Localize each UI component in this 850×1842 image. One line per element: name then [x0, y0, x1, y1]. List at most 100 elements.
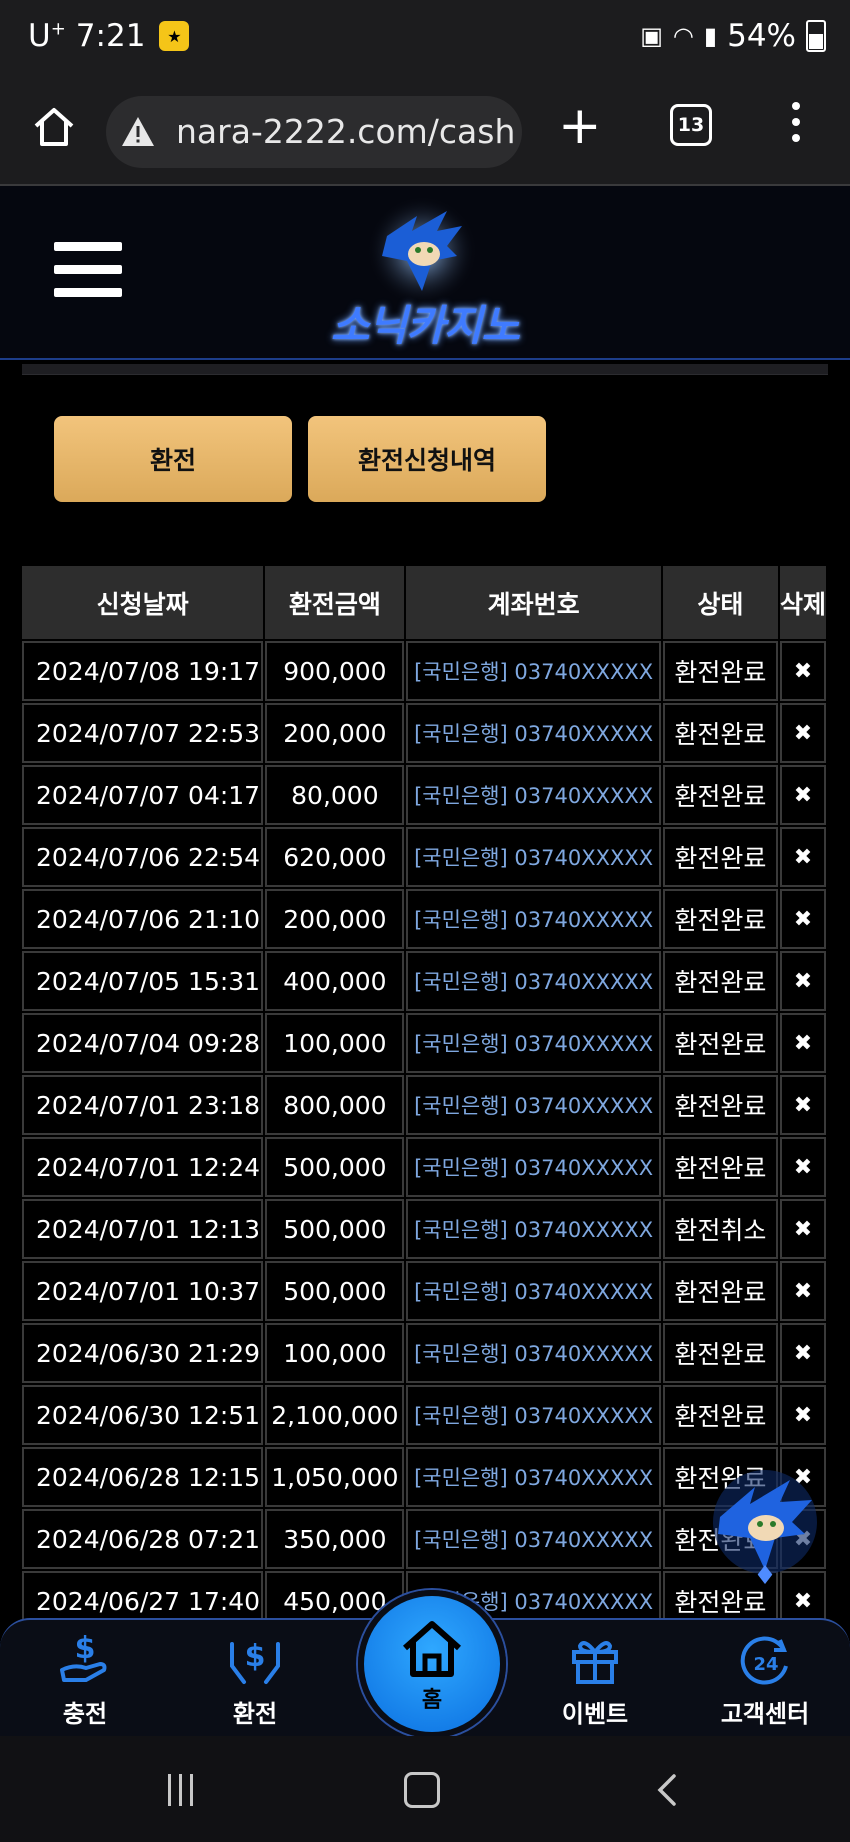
table-row: 2024/07/07 04:17 80,000 [국민은행] 03740XXXXX 환… [22, 765, 826, 825]
account-cell: [국민은행] 03740XXXXX [406, 1509, 661, 1569]
amount-cell: 900,000 [265, 641, 405, 701]
nav-exchange-label: 환전 [232, 1700, 278, 1728]
browser-toolbar: nara-2222.com/cash + 13 [0, 80, 850, 186]
site-logo[interactable]: 소닉카지노 [310, 192, 540, 352]
amount-cell: 200,000 [265, 703, 405, 763]
date-cell: 2024/07/01 23:18 [22, 1075, 264, 1135]
date-cell: 2024/07/08 19:17 [22, 641, 264, 701]
amount-cell: 100,000 [265, 1013, 405, 1073]
date-cell: 2024/07/01 10:37 [22, 1261, 264, 1321]
amount-cell: 800,000 [265, 1075, 405, 1135]
svg-text:$: $ [75, 1631, 96, 1666]
column-header-delete: 삭제 [779, 566, 826, 639]
table-row: 2024/07/06 21:10 200,000 [국민은행] 03740XXXXX… [22, 889, 826, 949]
table-row: 2024/07/07 22:53 200,000 [국민은행] 03740XXXXX… [22, 703, 826, 763]
amount-cell: 500,000 [265, 1261, 405, 1321]
more-menu-icon[interactable] [790, 102, 802, 150]
site-header: 소닉카지노 [0, 186, 850, 360]
exchange-button[interactable]: 환전 [54, 416, 292, 502]
app-notification-icon: ★ [159, 21, 190, 51]
signal-icon: ▮ [703, 22, 718, 50]
home-icon[interactable] [30, 102, 78, 150]
status-cell: 환전완료 [662, 641, 778, 701]
status-cell: 환전완료 [662, 827, 778, 887]
date-cell: 2024/06/28 12:15 [22, 1447, 264, 1507]
nav-support[interactable]: 24 고객센터 [705, 1630, 825, 1729]
delete-icon[interactable]: ✖ [779, 1137, 826, 1197]
status-cell: 환전완료 [662, 1013, 778, 1073]
amount-cell: 1,050,000 [265, 1447, 405, 1507]
charge-icon: $ [60, 1631, 107, 1682]
nav-event[interactable]: 이벤트 [535, 1630, 655, 1729]
status-cell: 환전완료 [662, 951, 778, 1011]
status-cell: 환전완료 [662, 889, 778, 949]
delete-icon[interactable]: ✖ [779, 765, 826, 825]
table-header-row: 신청날짜 환전금액 계좌번호 상태 삭제 [22, 566, 826, 639]
date-cell: 2024/07/06 21:10 [22, 889, 264, 949]
delete-icon[interactable]: ✖ [779, 1199, 826, 1259]
column-header-date: 신청날짜 [22, 566, 264, 639]
account-cell: [국민은행] 03740XXXXX [406, 1385, 661, 1445]
hamburger-menu-icon[interactable] [54, 242, 122, 311]
delete-icon[interactable]: ✖ [779, 1323, 826, 1383]
recent-apps-icon[interactable] [168, 1774, 200, 1806]
logo-text: 소닉카지노 [330, 301, 520, 350]
support-24-badge: 24 [753, 1654, 778, 1675]
delete-icon[interactable]: ✖ [779, 951, 826, 1011]
nav-home-button[interactable]: 홈 [358, 1590, 506, 1738]
exchange-history-button[interactable]: 환전신청내역 [308, 416, 546, 502]
date-cell: 2024/06/28 07:21 [22, 1509, 264, 1569]
address-bar[interactable]: nara-2222.com/cash [106, 96, 522, 168]
status-cell: 환전완료 [662, 1137, 778, 1197]
delete-icon[interactable]: ✖ [779, 1385, 826, 1445]
table-row: 2024/07/05 15:31 400,000 [국민은행] 03740XXXXX… [22, 951, 826, 1011]
svg-text:$: $ [245, 1639, 266, 1674]
date-cell: 2024/07/06 22:54 [22, 827, 264, 887]
nav-exchange[interactable]: $ 환전 [195, 1630, 315, 1729]
back-icon[interactable] [650, 1772, 686, 1808]
account-cell: [국민은행] 03740XXXXX [406, 1323, 661, 1383]
exchange-hands-icon: $ [230, 1639, 280, 1684]
table-row: 2024/07/01 12:13 500,000 [국민은행] 03740XXXXX… [22, 1199, 826, 1259]
new-tab-icon[interactable]: + [558, 100, 602, 152]
delete-icon[interactable]: ✖ [779, 641, 826, 701]
delete-icon[interactable]: ✖ [779, 703, 826, 763]
status-cell: 환전완료 [662, 1261, 778, 1321]
nav-support-label: 고객센터 [720, 1700, 810, 1728]
warning-icon[interactable] [120, 114, 156, 150]
delete-icon[interactable]: ✖ [779, 1075, 826, 1135]
date-cell: 2024/07/05 15:31 [22, 951, 264, 1011]
account-cell: [국민은행] 03740XXXXX [406, 1075, 661, 1135]
column-header-status: 상태 [662, 566, 778, 639]
floating-mascot-icon[interactable]: ♦ [700, 1462, 830, 1592]
table-row: 2024/07/01 12:24 500,000 [국민은행] 03740XXXXX… [22, 1137, 826, 1197]
amount-cell: 350,000 [265, 1509, 405, 1569]
amount-cell: 2,100,000 [265, 1385, 405, 1445]
support-24-icon: 24 [740, 1636, 788, 1685]
delete-icon[interactable]: ✖ [779, 889, 826, 949]
table-row: 2024/06/30 21:29 100,000 [국민은행] 03740XXXXX… [22, 1323, 826, 1383]
nfc-icon: ▣ [640, 22, 663, 50]
account-cell: [국민은행] 03740XXXXX [406, 827, 661, 887]
svg-text:♦: ♦ [753, 1561, 776, 1591]
date-cell: 2024/07/04 09:28 [22, 1013, 264, 1073]
system-home-icon[interactable] [404, 1772, 440, 1808]
delete-icon[interactable]: ✖ [779, 1013, 826, 1073]
delete-icon[interactable]: ✖ [779, 1261, 826, 1321]
table-row: 2024/07/06 22:54 620,000 [국민은행] 03740XXXXX… [22, 827, 826, 887]
account-cell: [국민은행] 03740XXXXX [406, 703, 661, 763]
column-header-account: 계좌번호 [406, 566, 661, 639]
tab-switcher-button[interactable]: 13 [670, 104, 712, 146]
nav-charge[interactable]: $ 충전 [25, 1630, 145, 1729]
status-cell: 환전완료 [662, 1385, 778, 1445]
delete-icon[interactable]: ✖ [779, 827, 826, 887]
account-cell: [국민은행] 03740XXXXX [406, 951, 661, 1011]
status-cell: 환전취소 [662, 1199, 778, 1259]
amount-cell: 620,000 [265, 827, 405, 887]
status-cell: 환전완료 [662, 765, 778, 825]
amount-cell: 200,000 [265, 889, 405, 949]
account-cell: [국민은행] 03740XXXXX [406, 765, 661, 825]
table-row: 2024/07/01 23:18 800,000 [국민은행] 03740XXXXX… [22, 1075, 826, 1135]
mascot-logo-icon [367, 196, 477, 306]
amount-cell: 100,000 [265, 1323, 405, 1383]
